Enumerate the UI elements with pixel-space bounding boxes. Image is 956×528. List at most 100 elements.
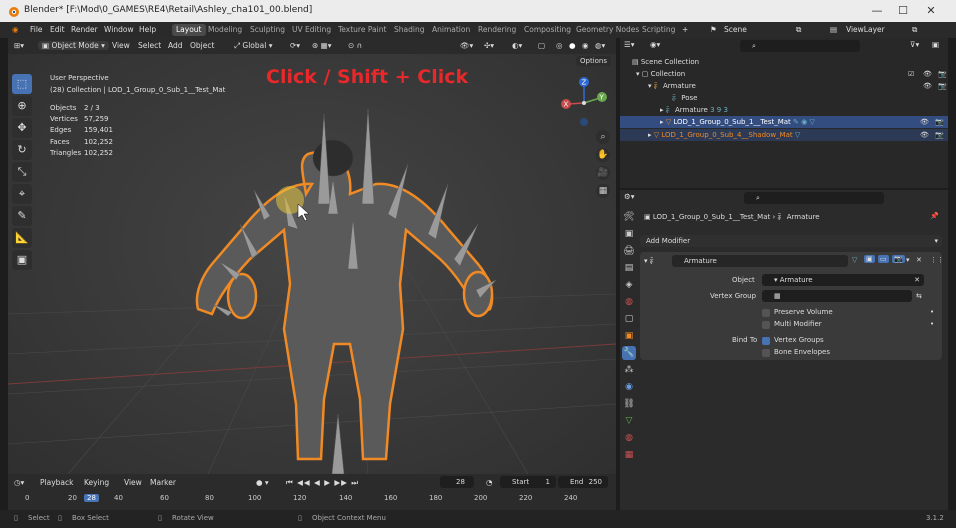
menu-file[interactable]: File xyxy=(30,25,43,34)
proportional-edit-icon[interactable]: ⊙ ∩ xyxy=(348,41,362,50)
options-dropdown[interactable]: Options xyxy=(576,56,612,66)
texture-tab-icon[interactable]: ▦ xyxy=(622,448,636,462)
minimize-button[interactable]: — xyxy=(866,3,888,19)
outliner-item-shadow-mat[interactable]: ▸ ▽ LOD_1_Group_0_Sub_4__Shadow_Mat ▽ 👁 … xyxy=(620,129,948,141)
collapse-arrow-icon[interactable]: ▾ ⺬ xyxy=(644,256,657,266)
vertex-group-field[interactable]: ▦ xyxy=(762,290,912,302)
cursor-tool-icon[interactable]: ⊕ xyxy=(12,96,32,116)
move-tool-icon[interactable]: ✥ xyxy=(12,118,32,138)
outliner-item-scene-collection[interactable]: ▤ Scene Collection xyxy=(632,56,699,68)
render-camera-icon[interactable]: 📷 xyxy=(935,116,944,128)
shading-material-icon[interactable]: ◉ xyxy=(582,41,589,50)
render-camera-icon[interactable]: 📷 xyxy=(938,68,947,80)
scene-name[interactable]: Scene xyxy=(724,25,747,34)
modifier-menu-icon[interactable]: ▾ xyxy=(906,256,910,264)
outliner-search-input[interactable]: ⌕ xyxy=(740,40,860,52)
edit-mode-toggle-icon[interactable]: ▽ xyxy=(852,256,857,264)
vertex-groups-checkbox[interactable] xyxy=(762,337,770,345)
playhead-frame[interactable]: 28 xyxy=(84,494,99,502)
world-tab-icon[interactable]: ◍ xyxy=(622,295,636,309)
menu-view[interactable]: View xyxy=(112,41,130,50)
start-frame-field[interactable]: Start 1 xyxy=(500,476,556,488)
properties-search-input[interactable]: ⌕ xyxy=(744,192,884,204)
menu-keying[interactable]: Keying xyxy=(84,478,109,487)
end-frame-field[interactable]: End 250 xyxy=(558,476,608,488)
material-tab-icon[interactable]: ◍ xyxy=(622,431,636,445)
outliner-item-pose[interactable]: ⺬ Pose xyxy=(672,92,697,104)
modifier-name-field[interactable]: Armature xyxy=(672,255,848,267)
view-layer-browse-icon[interactable]: ⧉ xyxy=(912,25,917,35)
render-toggle-icon[interactable]: 📷 xyxy=(892,255,905,263)
outliner-editor-icon[interactable]: ☰▾ xyxy=(624,40,635,49)
select-box-tool-icon[interactable]: ⬚ xyxy=(12,74,32,94)
shading-rendered-icon[interactable]: ◍▾ xyxy=(595,41,605,50)
invert-vertex-group-icon[interactable]: ⇆ xyxy=(916,292,922,300)
filter-icon[interactable]: ⊽▾ xyxy=(910,40,919,49)
data-tab-icon[interactable]: ▽ xyxy=(622,414,636,428)
tab-uv-editing[interactable]: UV Editing xyxy=(292,25,331,34)
object-tab-icon[interactable]: ▣ xyxy=(622,329,636,343)
particles-tab-icon[interactable]: ⁂ xyxy=(622,363,636,377)
visibility-eye-icon[interactable]: 👁 xyxy=(923,80,932,92)
tab-geometry-nodes[interactable]: Geometry Nodes xyxy=(576,25,639,34)
transform-orientation-dropdown[interactable]: ⤢ Global ▾ xyxy=(234,41,272,51)
preserve-volume-checkbox[interactable] xyxy=(762,309,770,317)
scene-browse-icon[interactable]: ⧉ xyxy=(796,25,801,35)
camera-view-icon[interactable]: 🎥 xyxy=(596,166,610,180)
tab-compositing[interactable]: Compositing xyxy=(524,25,571,34)
pivot-icon[interactable]: ⟳▾ xyxy=(290,41,300,50)
close-button[interactable]: ✕ xyxy=(920,3,942,19)
menu-select[interactable]: Select xyxy=(138,41,161,50)
outliner-item-collection[interactable]: ▾ ▢ Collection ☑ 👁 📷 xyxy=(636,68,948,80)
render-camera-icon[interactable]: 📷 xyxy=(938,80,947,92)
view-layer-tab-icon[interactable]: ▤ xyxy=(622,261,636,275)
measure-tool-icon[interactable]: 📐 xyxy=(12,228,32,248)
gizmo-toggle-icon[interactable]: ✣▾ xyxy=(484,41,494,50)
maximize-button[interactable]: ☐ xyxy=(892,3,914,19)
blender-menu-icon[interactable]: ◉ xyxy=(12,25,19,34)
menu-marker[interactable]: Marker xyxy=(150,478,176,487)
remove-modifier-icon[interactable]: ✕ xyxy=(916,256,922,264)
cage-toggle-icon[interactable]: ▣ xyxy=(864,255,875,263)
viewport-display-toggle-icon[interactable]: ▭ xyxy=(878,255,889,263)
visibility-eye-icon[interactable]: 👁 xyxy=(920,129,929,141)
xray-icon[interactable]: ▢ xyxy=(538,41,545,50)
collection-tab-icon[interactable]: ▢ xyxy=(622,312,636,326)
menu-render[interactable]: Render xyxy=(71,25,98,34)
animate-property-icon[interactable]: • xyxy=(930,308,934,316)
tab-scripting[interactable]: Scripting xyxy=(642,25,675,34)
snap-icon[interactable]: ⊛ ▦▾ xyxy=(312,41,332,50)
tab-animation[interactable]: Animation xyxy=(432,25,470,34)
tab-sculpting[interactable]: Sculpting xyxy=(250,25,285,34)
transform-tool-icon[interactable]: ⌖ xyxy=(12,184,32,204)
drag-handle-icon[interactable]: ⋮⋮ xyxy=(930,256,944,264)
menu-add[interactable]: Add xyxy=(168,41,183,50)
bone-envelopes-checkbox[interactable] xyxy=(762,349,770,357)
view-layer-name[interactable]: ViewLayer xyxy=(846,25,885,34)
scene-tab-icon[interactable]: ◈ xyxy=(622,278,636,292)
playback-controls-icon[interactable]: ⏮ ◀◀ ◀ ▶ ▶▶ ⏭ xyxy=(286,478,359,488)
display-mode-icon[interactable]: ◉▾ xyxy=(650,40,660,49)
object-field[interactable]: ▾ Armature ✕ xyxy=(762,274,924,286)
tab-rendering[interactable]: Rendering xyxy=(478,25,516,34)
pan-hand-icon[interactable]: ✋ xyxy=(596,148,610,162)
ortho-toggle-icon[interactable]: ▦ xyxy=(596,184,610,198)
tab-shading[interactable]: Shading xyxy=(394,25,424,34)
rotate-tool-icon[interactable]: ↻ xyxy=(12,140,32,160)
multi-modifier-checkbox[interactable] xyxy=(762,321,770,329)
physics-tab-icon[interactable]: ◉ xyxy=(622,380,636,394)
animate-property-icon[interactable]: • xyxy=(930,320,934,328)
annotate-tool-icon[interactable]: ✎ xyxy=(12,206,32,226)
menu-timeline-view[interactable]: View xyxy=(124,478,142,487)
timeline-editor-icon[interactable]: ◷▾ xyxy=(14,478,24,487)
modifier-tab-icon[interactable]: 🔧 xyxy=(622,346,636,360)
tab-texture-paint[interactable]: Texture Paint xyxy=(338,25,386,34)
clear-object-icon[interactable]: ✕ xyxy=(914,274,920,286)
visibility-icon[interactable]: 👁▾ xyxy=(460,41,473,50)
menu-window[interactable]: Window xyxy=(104,25,134,34)
render-camera-icon[interactable]: 📷 xyxy=(935,129,944,141)
exclude-checkbox-icon[interactable]: ☑ xyxy=(908,68,914,80)
navigation-gizmo[interactable]: Z Y X xyxy=(558,74,608,132)
shading-solid-icon[interactable]: ● xyxy=(569,41,576,50)
zoom-icon[interactable]: ⌕ xyxy=(596,130,610,144)
